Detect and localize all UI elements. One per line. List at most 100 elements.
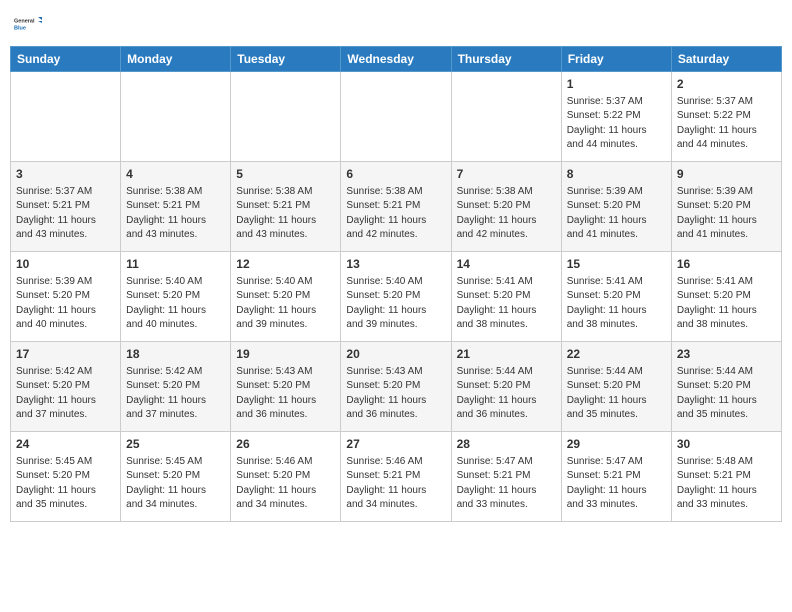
calendar-week-5: 24 Sunrise: 5:45 AM Sunset: 5:20 PM Dayli… xyxy=(11,432,782,522)
day-number: 30 xyxy=(677,436,776,453)
day-number: 15 xyxy=(567,256,666,273)
calendar-cell: 25Sunrise: 5:45 AM Sunset: 5:20 PM Dayli… xyxy=(121,432,231,522)
day-info: Sunrise: 5:46 AM Sunset: 5:20 PM Dayligh… xyxy=(236,455,335,513)
calendar-cell: 10 Sunrise: 5:39 AM Sunset: 5:20 PM Dayli… xyxy=(11,252,121,342)
day-info: Sunrise: 5:38 AM Sunset: 5:21 PM Dayligh… xyxy=(126,185,225,243)
day-number: 22 xyxy=(567,346,666,363)
day-number: 21 xyxy=(457,346,556,363)
day-info: Sunrise: 5:44 AM Sunset: 5:20 PM Dayligh… xyxy=(677,365,776,423)
day-number: 12 xyxy=(236,256,335,273)
day-info: Sunrise: 5:44 AM Sunset: 5:20 PM Dayligh… xyxy=(457,365,556,423)
day-info: Sunrise: 5:40 AM Sunset: 5:20 PM Dayligh… xyxy=(236,275,335,333)
day-number: 10 xyxy=(16,256,115,273)
day-number: 25 xyxy=(126,436,225,453)
logo: General Blue xyxy=(14,10,42,38)
day-number: 28 xyxy=(457,436,556,453)
day-info: Sunrise: 5:38 AM Sunset: 5:21 PM Dayligh… xyxy=(346,185,445,243)
day-number: 6 xyxy=(346,166,445,183)
day-number: 24 xyxy=(16,436,115,453)
calendar-cell: 1 Sunrise: 5:37 AM Sunset: 5:22 PM Daylig… xyxy=(561,72,671,162)
day-number: 4 xyxy=(126,166,225,183)
weekday-header-tuesday: Tuesday xyxy=(231,47,341,72)
calendar-cell: 28 Sunrise: 5:47 AM Sunset: 5:21 PM Dayli… xyxy=(451,432,561,522)
day-info: Sunrise: 5:41 AM Sunset: 5:20 PM Dayligh… xyxy=(567,275,666,333)
calendar-cell: 24 Sunrise: 5:45 AM Sunset: 5:20 PM Dayli… xyxy=(11,432,121,522)
day-info: Sunrise: 5:48 AM Sunset: 5:21 PM Dayligh… xyxy=(677,455,776,513)
calendar-cell: 11 Sunrise: 5:40 AM Sunset: 5:20 PM Dayli… xyxy=(121,252,231,342)
calendar-cell: 29 Sunrise: 5:47 AM Sunset: 5:21 PM Dayli… xyxy=(561,432,671,522)
calendar-cell: 2 Sunrise: 5:37 AM Sunset: 5:22 PM Daylig… xyxy=(671,72,781,162)
day-info: Sunrise: 5:39 AM Sunset: 5:20 PM Dayligh… xyxy=(677,185,776,243)
calendar-cell: 26 Sunrise: 5:46 AM Sunset: 5:20 PM Dayli… xyxy=(231,432,341,522)
day-number: 9 xyxy=(677,166,776,183)
calendar-cell: 21 Sunrise: 5:44 AM Sunset: 5:20 PM Dayli… xyxy=(451,342,561,432)
calendar-week-3: 10 Sunrise: 5:39 AM Sunset: 5:20 PM Dayli… xyxy=(11,252,782,342)
day-info: Sunrise: 5:41 AM Sunset: 5:20 PM Dayligh… xyxy=(677,275,776,333)
calendar-cell: 18 Sunrise: 5:42 AM Sunset: 5:20 PM Dayli… xyxy=(121,342,231,432)
day-number: 2 xyxy=(677,76,776,93)
day-info: Sunrise: 5:37 AM Sunset: 5:22 PM Dayligh… xyxy=(677,95,776,153)
day-info: Sunrise: 5:47 AM Sunset: 5:21 PM Dayligh… xyxy=(457,455,556,513)
calendar-cell: 27 Sunrise: 5:46 AM Sunset: 5:21 PM Dayli… xyxy=(341,432,451,522)
calendar-cell: 5 Sunrise: 5:38 AM Sunset: 5:21 PM Daylig… xyxy=(231,162,341,252)
calendar-header: SundayMondayTuesdayWednesdayThursdayFrid… xyxy=(11,47,782,72)
day-info: Sunrise: 5:40 AM Sunset: 5:20 PM Dayligh… xyxy=(346,275,445,333)
day-number: 11 xyxy=(126,256,225,273)
day-info: Sunrise: 5:39 AM Sunset: 5:20 PM Dayligh… xyxy=(16,275,115,333)
day-number: 18 xyxy=(126,346,225,363)
day-info: Sunrise: 5:39 AM Sunset: 5:20 PM Dayligh… xyxy=(567,185,666,243)
calendar-cell: 9 Sunrise: 5:39 AM Sunset: 5:20 PM Daylig… xyxy=(671,162,781,252)
day-number: 1 xyxy=(567,76,666,93)
day-info: Sunrise: 5:37 AM Sunset: 5:22 PM Dayligh… xyxy=(567,95,666,153)
day-number: 29 xyxy=(567,436,666,453)
day-info: Sunrise: 5:46 AM Sunset: 5:21 PM Dayligh… xyxy=(346,455,445,513)
calendar-cell: 15 Sunrise: 5:41 AM Sunset: 5:20 PM Dayli… xyxy=(561,252,671,342)
calendar-cell: 16 Sunrise: 5:41 AM Sunset: 5:20 PM Dayli… xyxy=(671,252,781,342)
logo-icon: General Blue xyxy=(14,10,42,38)
day-number: 27 xyxy=(346,436,445,453)
day-info: Sunrise: 5:44 AM Sunset: 5:20 PM Dayligh… xyxy=(567,365,666,423)
day-number: 26 xyxy=(236,436,335,453)
day-number: 3 xyxy=(16,166,115,183)
svg-text:General: General xyxy=(14,19,35,25)
calendar-cell: 22 Sunrise: 5:44 AM Sunset: 5:20 PM Dayli… xyxy=(561,342,671,432)
calendar-cell: 7Sunrise: 5:38 AM Sunset: 5:20 PM Daylig… xyxy=(451,162,561,252)
calendar-cell: 13 Sunrise: 5:40 AM Sunset: 5:20 PM Dayli… xyxy=(341,252,451,342)
weekday-header-friday: Friday xyxy=(561,47,671,72)
day-info: Sunrise: 5:47 AM Sunset: 5:21 PM Dayligh… xyxy=(567,455,666,513)
calendar-week-2: 3 Sunrise: 5:37 AM Sunset: 5:21 PM Daylig… xyxy=(11,162,782,252)
day-info: Sunrise: 5:38 AM Sunset: 5:20 PM Dayligh… xyxy=(457,185,556,243)
calendar-cell: 19 Sunrise: 5:43 AM Sunset: 5:20 PM Dayli… xyxy=(231,342,341,432)
day-info: Sunrise: 5:37 AM Sunset: 5:21 PM Dayligh… xyxy=(16,185,115,243)
calendar-cell: 14 Sunrise: 5:41 AM Sunset: 5:20 PM Dayli… xyxy=(451,252,561,342)
day-number: 17 xyxy=(16,346,115,363)
day-info: Sunrise: 5:42 AM Sunset: 5:20 PM Dayligh… xyxy=(126,365,225,423)
day-number: 16 xyxy=(677,256,776,273)
calendar-week-1: 1 Sunrise: 5:37 AM Sunset: 5:22 PM Daylig… xyxy=(11,72,782,162)
calendar-cell xyxy=(231,72,341,162)
day-number: 20 xyxy=(346,346,445,363)
weekday-header-row: SundayMondayTuesdayWednesdayThursdayFrid… xyxy=(11,47,782,72)
day-info: Sunrise: 5:42 AM Sunset: 5:20 PM Dayligh… xyxy=(16,365,115,423)
calendar-cell: 12 Sunrise: 5:40 AM Sunset: 5:20 PM Dayli… xyxy=(231,252,341,342)
day-info: Sunrise: 5:40 AM Sunset: 5:20 PM Dayligh… xyxy=(126,275,225,333)
calendar-cell: 4 Sunrise: 5:38 AM Sunset: 5:21 PM Daylig… xyxy=(121,162,231,252)
day-number: 14 xyxy=(457,256,556,273)
day-number: 19 xyxy=(236,346,335,363)
day-info: Sunrise: 5:43 AM Sunset: 5:20 PM Dayligh… xyxy=(346,365,445,423)
calendar-body: 1 Sunrise: 5:37 AM Sunset: 5:22 PM Daylig… xyxy=(11,72,782,522)
day-info: Sunrise: 5:38 AM Sunset: 5:21 PM Dayligh… xyxy=(236,185,335,243)
weekday-header-saturday: Saturday xyxy=(671,47,781,72)
weekday-header-wednesday: Wednesday xyxy=(341,47,451,72)
day-info: Sunrise: 5:41 AM Sunset: 5:20 PM Dayligh… xyxy=(457,275,556,333)
calendar-week-4: 17 Sunrise: 5:42 AM Sunset: 5:20 PM Dayli… xyxy=(11,342,782,432)
calendar-cell: 3 Sunrise: 5:37 AM Sunset: 5:21 PM Daylig… xyxy=(11,162,121,252)
day-number: 5 xyxy=(236,166,335,183)
calendar-cell: 30 Sunrise: 5:48 AM Sunset: 5:21 PM Dayli… xyxy=(671,432,781,522)
calendar-cell: 6 Sunrise: 5:38 AM Sunset: 5:21 PM Daylig… xyxy=(341,162,451,252)
calendar-cell xyxy=(121,72,231,162)
day-info: Sunrise: 5:43 AM Sunset: 5:20 PM Dayligh… xyxy=(236,365,335,423)
day-number: 13 xyxy=(346,256,445,273)
day-info: Sunrise: 5:45 AM Sunset: 5:20 PM Dayligh… xyxy=(16,455,115,513)
page-header: General Blue xyxy=(10,10,782,38)
